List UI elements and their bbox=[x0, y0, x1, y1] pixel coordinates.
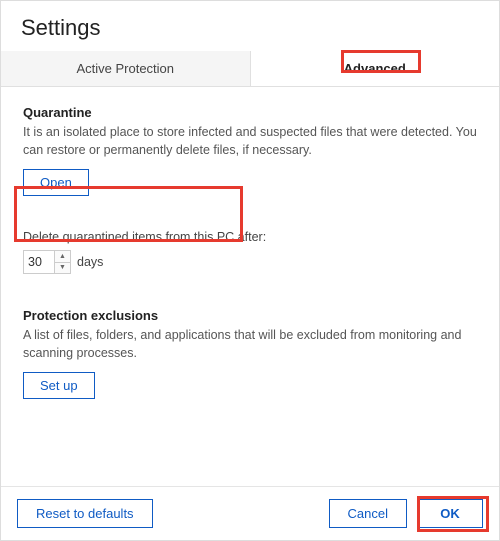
delete-after-row: ▲ ▼ days bbox=[23, 250, 477, 274]
settings-header: Settings bbox=[1, 1, 499, 51]
stepper-up-icon[interactable]: ▲ bbox=[55, 251, 70, 263]
exclusions-title: Protection exclusions bbox=[23, 308, 477, 323]
footer-right-group: Cancel OK bbox=[329, 499, 483, 528]
quarantine-section: Quarantine It is an isolated place to st… bbox=[23, 105, 477, 196]
content-area: Quarantine It is an isolated place to st… bbox=[1, 87, 499, 443]
open-button[interactable]: Open bbox=[23, 169, 89, 196]
footer-bar: Reset to defaults Cancel OK bbox=[1, 486, 499, 540]
tab-label: Active Protection bbox=[76, 61, 174, 76]
exclusions-section: Protection exclusions A list of files, f… bbox=[23, 308, 477, 399]
stepper-down-icon[interactable]: ▼ bbox=[55, 263, 70, 274]
exclusions-desc: A list of files, folders, and applicatio… bbox=[23, 327, 477, 362]
cancel-button[interactable]: Cancel bbox=[329, 499, 407, 528]
page-title: Settings bbox=[21, 15, 479, 41]
days-stepper: ▲ ▼ bbox=[23, 250, 71, 274]
ok-button[interactable]: OK bbox=[417, 499, 483, 528]
delete-after-section: Delete quarantined items from this PC af… bbox=[23, 222, 477, 282]
tabs-bar: Active Protection Advanced bbox=[1, 51, 499, 87]
days-input[interactable] bbox=[23, 250, 55, 274]
quarantine-desc: It is an isolated place to store infecte… bbox=[23, 124, 477, 159]
tab-label: Advanced bbox=[344, 61, 406, 76]
reset-defaults-button[interactable]: Reset to defaults bbox=[17, 499, 153, 528]
delete-after-label: Delete quarantined items from this PC af… bbox=[23, 230, 477, 244]
tab-active-protection[interactable]: Active Protection bbox=[1, 51, 251, 86]
quarantine-title: Quarantine bbox=[23, 105, 477, 120]
days-unit: days bbox=[77, 255, 103, 269]
setup-button[interactable]: Set up bbox=[23, 372, 95, 399]
tab-advanced[interactable]: Advanced bbox=[251, 51, 500, 86]
stepper-buttons: ▲ ▼ bbox=[55, 250, 71, 274]
